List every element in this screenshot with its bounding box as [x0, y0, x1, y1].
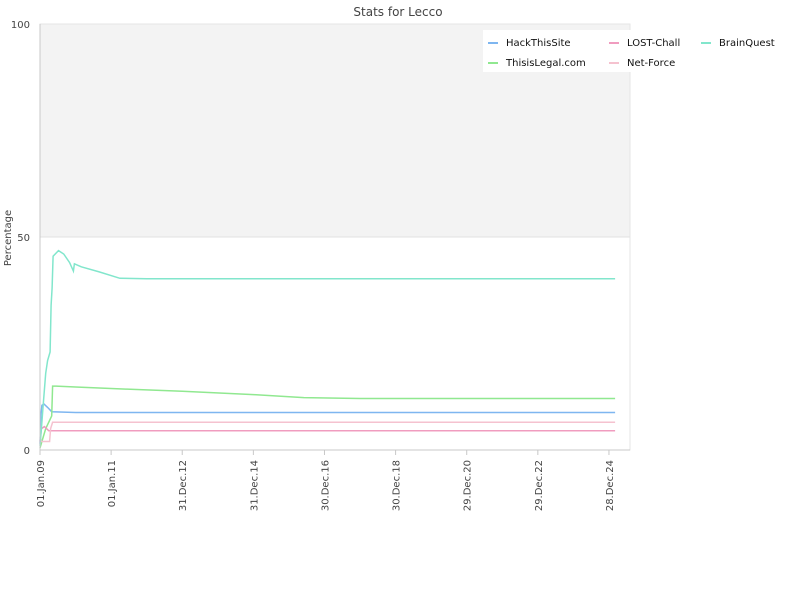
y-tick-label: 100	[11, 20, 30, 31]
x-tick-label: 31.Dec.14	[249, 460, 260, 511]
y-tick-label: 0	[24, 446, 30, 457]
legend-label-4: BrainQuest	[719, 38, 775, 49]
legend-label-0: HackThisSite	[506, 38, 571, 49]
y-tick-label: 50	[17, 233, 30, 244]
x-tick-label: 28.Dec.24	[605, 460, 616, 511]
x-tick-label: 01.Jan.11	[107, 460, 118, 507]
x-tick-label: 01.Jan.09	[36, 460, 47, 507]
legend-label-3: Net-Force	[627, 58, 675, 69]
legend-label-1: ThisisLegal.com	[505, 58, 586, 69]
x-tick-label: 29.Dec.22	[534, 460, 545, 511]
x-tick-label: 31.Dec.12	[178, 460, 189, 511]
x-tick-label: 29.Dec.20	[463, 460, 474, 511]
legend-label-2: LOST-Chall	[627, 38, 680, 49]
line-chart: Stats for Lecco 0 50 100 01.Jan.09 01.Jan.1…	[0, 0, 800, 600]
chart-title: Stats for Lecco	[353, 5, 442, 19]
x-tick-label: 30.Dec.18	[392, 460, 403, 511]
legend: HackThisSite ThisisLegal.com LOST-Chall Net…	[483, 30, 791, 72]
y-axis-label: Percentage	[3, 210, 14, 266]
x-tick-label: 30.Dec.16	[320, 460, 331, 511]
